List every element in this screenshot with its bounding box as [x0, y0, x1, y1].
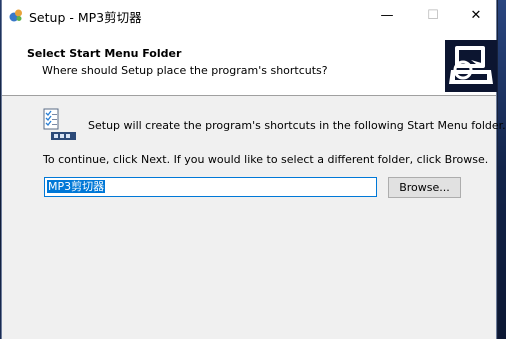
page-subtitle: Where should Setup place the program's s…: [42, 64, 328, 77]
maximize-icon: ☐: [427, 8, 439, 23]
maximize-button[interactable]: ☐: [410, 0, 456, 31]
window-title: Setup - MP3剪切器: [29, 10, 142, 25]
close-button[interactable]: ✕: [453, 0, 499, 31]
wizard-header: Select Start Menu Folder Where should Se…: [2, 31, 497, 96]
setup-window: Setup - MP3剪切器 — ☐ ✕ Select Start Menu F…: [1, 0, 506, 339]
browse-button[interactable]: Browse...: [388, 177, 461, 198]
minimize-button[interactable]: —: [364, 0, 410, 31]
start-menu-folder-input[interactable]: MP3剪切器: [44, 177, 377, 197]
browse-button-label: Browse...: [399, 181, 450, 194]
start-menu-folder-icon: [43, 108, 76, 140]
desktop-background-right: [498, 0, 506, 339]
computer-wizard-icon: [445, 40, 497, 92]
close-icon: ✕: [470, 8, 482, 23]
folder-input-value: MP3剪切器: [47, 180, 106, 193]
page-title: Select Start Menu Folder: [27, 47, 182, 60]
title-bar[interactable]: Setup - MP3剪切器 — ☐ ✕: [2, 0, 496, 31]
minimize-icon: —: [380, 8, 394, 23]
shortcut-info-text: Setup will create the program's shortcut…: [88, 119, 506, 132]
setup-app-icon: [9, 9, 22, 22]
continue-instructions: To continue, click Next. If you would li…: [43, 153, 489, 166]
